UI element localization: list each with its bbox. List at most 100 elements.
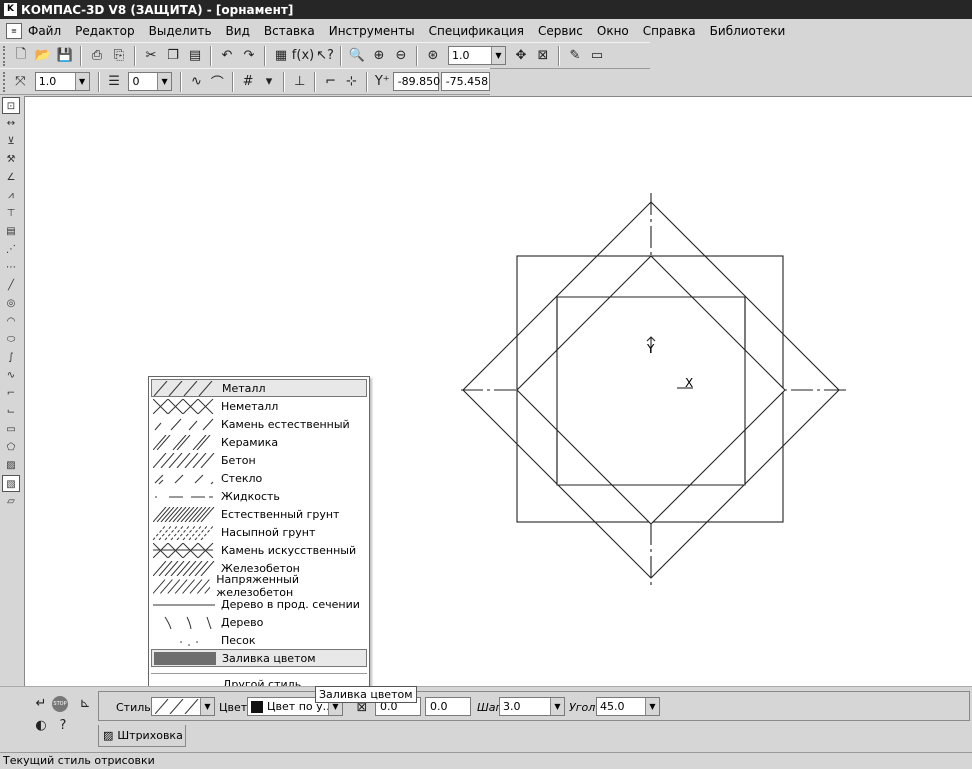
rectangle-icon[interactable]: ▭ [2, 421, 20, 438]
step-combo[interactable]: 3.0 ▼ [499, 697, 565, 716]
parametric-icon[interactable]: ⊹ [342, 72, 361, 92]
hatch-item-natural-stone[interactable]: Камень естественный [151, 415, 367, 433]
ortho-icon[interactable]: ⌐ [321, 72, 340, 92]
layers-icon[interactable]: ☰ [105, 72, 124, 92]
menu-tools[interactable]: Инструменты [329, 24, 415, 38]
chevron-down-icon[interactable]: ▼ [157, 73, 172, 90]
ellipse-icon[interactable]: ⬭ [2, 331, 20, 348]
grid-icon[interactable]: # [239, 72, 258, 92]
hatch-item-metal[interactable]: Металл [151, 379, 367, 397]
menu-window[interactable]: Окно [597, 24, 629, 38]
aux-line-icon[interactable]: ⋯ [2, 259, 20, 276]
hatch-item-sand[interactable]: Песок [151, 631, 367, 649]
geometry-panel-icon[interactable]: ⊡ [2, 97, 20, 114]
fillet-icon[interactable]: ⌐ [2, 385, 20, 402]
base-point-y-field[interactable]: 0.0 [425, 697, 471, 716]
menu-specification[interactable]: Спецификация [429, 24, 524, 38]
parametrize-panel-icon[interactable]: ∠ [2, 169, 20, 186]
spec-panel-icon[interactable]: ▤ [2, 223, 20, 240]
copy-icon[interactable]: ❐ [163, 46, 183, 66]
zoom-out-icon[interactable]: ⊖ [391, 46, 411, 66]
enter-icon[interactable]: ↵ [31, 693, 51, 713]
menu-insert[interactable]: Вставка [264, 24, 315, 38]
hatch-item-ceramics[interactable]: Керамика [151, 433, 367, 451]
new-document-icon[interactable]: 🗋 [11, 46, 31, 66]
hatch-item-natural-soil[interactable]: Естественный грунт [151, 505, 367, 523]
menu-select[interactable]: Выделить [149, 24, 212, 38]
print-preview-icon[interactable]: ⎘ [109, 46, 129, 66]
zoom-in-icon[interactable]: ⊕ [369, 46, 389, 66]
chevron-down-icon[interactable]: ▼ [550, 698, 564, 715]
chevron-down-icon[interactable]: ▼ [491, 47, 505, 64]
chevron-down-icon[interactable]: ▼ [645, 698, 659, 715]
measure-panel-icon[interactable]: ⩘ [2, 187, 20, 204]
style-combo[interactable]: ▼ [151, 697, 215, 716]
pan-icon[interactable]: ✥ [511, 46, 531, 66]
toolbar-grip[interactable] [3, 71, 7, 92]
help-icon[interactable]: ? [53, 715, 73, 735]
local-snap-icon[interactable]: ⌒ [208, 72, 227, 92]
hatch-item-liquid[interactable]: Жидкость [151, 487, 367, 505]
zoom-scale-icon[interactable]: ⊛ [423, 46, 443, 66]
chamfer-icon[interactable]: ⌙ [2, 403, 20, 420]
cut-icon[interactable]: ✂ [141, 46, 161, 66]
document-icon[interactable]: ≡ [6, 22, 22, 39]
circle-icon[interactable]: ◎ [2, 295, 20, 312]
zoom-icon[interactable]: 🔍 [347, 46, 367, 66]
variables-icon[interactable]: f(x) [292, 46, 314, 66]
menu-service[interactable]: Сервис [538, 24, 583, 38]
designations-panel-icon[interactable]: ⊻ [2, 133, 20, 150]
help-pointer-icon[interactable]: ↖? [315, 46, 335, 66]
regenerate-icon[interactable]: ✎ [565, 46, 585, 66]
scale-icon[interactable]: ⤧ [11, 72, 30, 92]
hatch-item-nonmetal[interactable]: Неметалл [151, 397, 367, 415]
segment-icon[interactable]: ╱ [2, 277, 20, 294]
paste-icon[interactable]: ▤ [185, 46, 205, 66]
hatch-item-prestressed-concrete[interactable]: Напряженный железобетон [151, 573, 367, 599]
menu-help[interactable]: Справка [643, 24, 696, 38]
stop-icon[interactable]: STOP [52, 696, 68, 712]
print-icon[interactable]: ⎙ [87, 46, 107, 66]
hatch-item-wood[interactable]: Дерево [151, 613, 367, 631]
hatch-item-glass[interactable]: Стекло [151, 469, 367, 487]
tab-hatch[interactable]: ▨ Штриховка [98, 725, 186, 747]
snap-icon[interactable]: ∿ [187, 72, 206, 92]
zoom-combo[interactable]: 1.0 ▼ [448, 46, 506, 65]
dimensions-panel-icon[interactable]: ↔ [2, 115, 20, 132]
hatch-icon[interactable]: ▨ [2, 457, 20, 474]
scale-combo[interactable]: 1.0 ▼ [34, 72, 90, 91]
edit-panel-icon[interactable]: ⚒ [2, 151, 20, 168]
auto-icon[interactable]: ◐ [31, 715, 51, 735]
point-icon[interactable]: ⋰ [2, 241, 20, 258]
hatch-item-bulk-soil[interactable]: Насыпной грунт [151, 523, 367, 541]
redo-icon[interactable]: ↷ [239, 46, 259, 66]
chevron-down-icon[interactable]: ▼ [74, 73, 89, 90]
hatch-item-concrete[interactable]: Бетон [151, 451, 367, 469]
contour-icon[interactable]: ▱ [2, 493, 20, 510]
toolbar-grip[interactable] [3, 45, 7, 66]
spline-icon[interactable]: ∫ [2, 349, 20, 366]
arc-icon[interactable]: ◠ [2, 313, 20, 330]
polyline-icon[interactable]: ∿ [2, 367, 20, 384]
hatch-item-wood-long[interactable]: Дерево в прод. сечении [151, 595, 367, 613]
menu-libraries[interactable]: Библиотеки [710, 24, 786, 38]
polygon-icon[interactable]: ⬠ [2, 439, 20, 456]
select-panel-icon[interactable]: ⊤ [2, 205, 20, 222]
manager-icon[interactable]: ▦ [271, 46, 291, 66]
display-icon[interactable]: ▭ [587, 46, 607, 66]
layer-combo[interactable]: 0 ▼ [128, 72, 173, 91]
menu-view[interactable]: Вид [226, 24, 250, 38]
chevron-down-icon[interactable]: ▾ [260, 72, 279, 92]
angle-combo[interactable]: 45.0 ▼ [596, 697, 660, 716]
hatch-item-color-fill[interactable]: Заливка цветом [151, 649, 367, 667]
menu-edit[interactable]: Редактор [75, 24, 134, 38]
open-icon[interactable]: 📂 [33, 46, 53, 66]
show-all-icon[interactable]: ⊠ [533, 46, 553, 66]
local-cs-icon[interactable]: ⊥ [290, 72, 309, 92]
coord-x-field[interactable]: -89.850 [392, 72, 440, 91]
menu-file[interactable]: Файл [28, 24, 61, 38]
hatch-item-artificial-stone[interactable]: Камень искусственный [151, 541, 367, 559]
chevron-down-icon[interactable]: ▼ [200, 698, 214, 715]
pin-icon[interactable]: ⊾ [75, 693, 95, 713]
coord-y-field[interactable]: -75.458 [440, 72, 490, 91]
